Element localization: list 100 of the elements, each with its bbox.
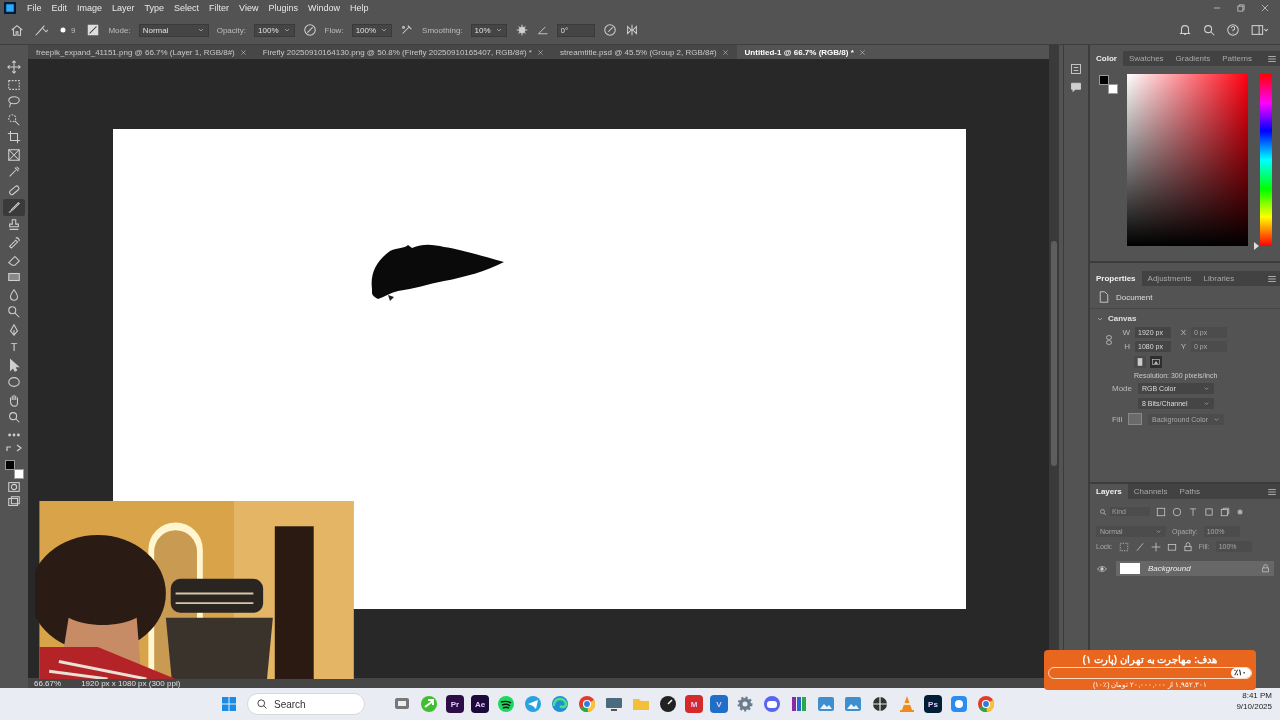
lock-artboard-icon[interactable] (1166, 541, 1177, 552)
brush-settings-icon[interactable] (86, 23, 101, 37)
dodge-icon[interactable] (7, 305, 21, 320)
menu-item[interactable]: File (22, 3, 47, 13)
browser-icon[interactable] (577, 694, 597, 714)
background-swatch[interactable] (1108, 84, 1118, 94)
history-panel-icon[interactable] (1070, 63, 1082, 75)
document-tab[interactable]: streamtitle.psd @ 45.5% (Group 2, RGB/8#) (551, 45, 737, 59)
screen-mode-icon[interactable] (7, 495, 21, 509)
fill-swatch[interactable] (1128, 413, 1142, 425)
help-icon[interactable] (1226, 23, 1240, 37)
ellipse-icon[interactable] (7, 375, 21, 390)
lock-pixels-icon[interactable] (1118, 541, 1129, 552)
app-icon[interactable] (949, 694, 969, 714)
books-icon[interactable] (789, 694, 809, 714)
pressure-size-icon[interactable] (602, 23, 617, 37)
option-dropdown[interactable]: 100% (254, 23, 295, 37)
lock-icon[interactable] (1182, 541, 1193, 552)
angle-field[interactable]: 0° (556, 23, 595, 37)
app-tile[interactable]: V (710, 695, 728, 713)
type-filter-icon[interactable] (1188, 506, 1198, 517)
panel-tab[interactable]: Layers (1090, 484, 1128, 499)
gauge-icon[interactable] (658, 694, 678, 714)
panel-tab[interactable]: Properties (1090, 271, 1142, 286)
visibility-icon[interactable] (1096, 563, 1108, 574)
smart-object-filter-icon[interactable] (1220, 506, 1230, 517)
menu-item[interactable]: Type (139, 3, 170, 13)
move-icon[interactable] (7, 60, 21, 75)
scrollbar-thumb[interactable] (1051, 241, 1057, 466)
swirl-icon[interactable] (550, 694, 570, 714)
document-tab[interactable]: freepik_expand_41151.png @ 66.7% (Layer 1, RGB/8#) (28, 45, 255, 59)
lock-position-icon[interactable] (1150, 541, 1161, 552)
panel-menu-icon[interactable] (1267, 486, 1277, 497)
notification-icon[interactable] (1178, 23, 1192, 37)
pen-icon[interactable] (7, 322, 21, 337)
option-dropdown[interactable]: 100% (351, 23, 393, 37)
pressure-opacity-icon[interactable] (302, 23, 317, 37)
home-icon[interactable] (10, 23, 24, 37)
quick-mask-icon[interactable] (7, 480, 21, 494)
close-icon[interactable] (1260, 3, 1270, 13)
paper-plane-icon[interactable] (523, 694, 543, 714)
option-dropdown[interactable]: Normal (138, 23, 209, 37)
panel-menu-icon[interactable] (1267, 273, 1277, 284)
menu-item[interactable]: Help (345, 3, 374, 13)
marquee-icon[interactable] (7, 77, 21, 92)
menu-item[interactable]: View (234, 3, 264, 13)
section-toggle[interactable]: Canvas (1096, 314, 1274, 323)
link-icon[interactable] (1104, 333, 1114, 346)
type-tool[interactable]: T (3, 339, 25, 356)
canvas[interactable] (113, 129, 966, 609)
app-tile[interactable]: Ae (471, 695, 489, 713)
crosshair-icon[interactable] (870, 694, 890, 714)
document-tab[interactable]: Firefly 20250910164130.png @ 50.8% (Firefly 20250910165407, RGB/8#) * (254, 45, 552, 59)
menu-item[interactable]: Plugins (263, 3, 303, 13)
close-icon[interactable] (239, 48, 247, 56)
restore-icon[interactable] (1236, 3, 1246, 13)
quick-selection-icon[interactable] (7, 112, 21, 127)
brush-icon[interactable] (32, 23, 48, 37)
menu-item[interactable]: Filter (204, 3, 235, 13)
panel-tab[interactable]: Patterns (1216, 51, 1259, 66)
layer-row[interactable]: Background (1116, 561, 1274, 576)
healing-brush-icon[interactable] (7, 182, 21, 197)
lasso-icon[interactable] (7, 95, 21, 110)
brush-tool[interactable] (3, 199, 25, 216)
image-filter-icon[interactable] (1156, 506, 1166, 517)
panel-tab[interactable]: Paths (1173, 484, 1207, 499)
menu-item[interactable]: Layer (107, 3, 140, 13)
close-icon[interactable] (721, 48, 729, 56)
panel-tab[interactable]: Libraries (1197, 271, 1241, 286)
sound-wave-icon[interactable] (496, 694, 516, 714)
browser-icon[interactable] (976, 694, 996, 714)
panel-tab[interactable]: Gradients (1169, 51, 1217, 66)
color-field[interactable] (1127, 74, 1248, 246)
path-selection-icon[interactable] (7, 357, 21, 372)
menu-item[interactable]: Edit (46, 3, 73, 13)
panel-tab[interactable]: Adjustments (1141, 271, 1198, 286)
search-box[interactable]: Search (247, 693, 365, 715)
history-brush-icon[interactable] (7, 235, 21, 250)
adjustment-filter-icon[interactable] (1172, 506, 1182, 517)
airbrush-icon[interactable] (400, 23, 415, 37)
menu-item[interactable]: Select (169, 3, 205, 13)
crop-icon[interactable] (7, 130, 21, 145)
filter-toggle-icon[interactable] (1236, 507, 1244, 516)
zoom-icon[interactable] (7, 410, 21, 425)
panel-menu-icon[interactable] (1267, 53, 1277, 64)
comment-icon[interactable] (1070, 81, 1082, 93)
swap-colors-icon[interactable] (6, 444, 22, 452)
foreground-swatch[interactable] (1099, 75, 1109, 85)
panel-tab[interactable]: Swatches (1122, 51, 1170, 66)
app-tile[interactable]: M (685, 695, 703, 713)
foreground-swatch[interactable] (5, 460, 15, 470)
close-icon[interactable] (536, 48, 544, 56)
settings-icon[interactable] (514, 23, 529, 37)
app-tile[interactable]: Pr (446, 695, 464, 713)
search-icon[interactable] (256, 698, 268, 710)
image-icon[interactable] (816, 694, 836, 714)
gamepad-icon[interactable] (762, 694, 782, 714)
panel-tab[interactable]: Channels (1127, 484, 1174, 499)
frame-icon[interactable] (7, 147, 21, 162)
brush-icon[interactable] (7, 200, 21, 215)
